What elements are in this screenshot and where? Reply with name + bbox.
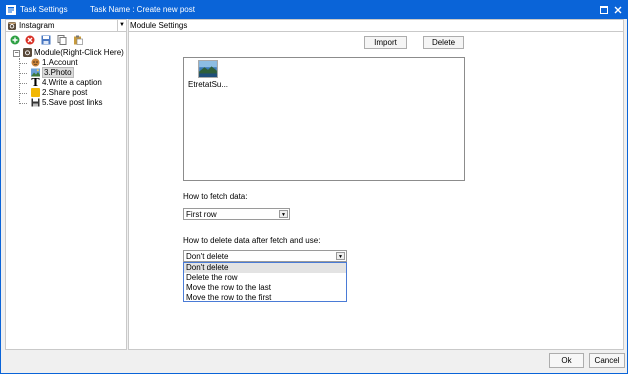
paste-icon[interactable] bbox=[73, 35, 83, 45]
save-icon[interactable] bbox=[41, 35, 51, 45]
task-name: Task Name : Create new post bbox=[90, 5, 195, 14]
tree-item-label: 4.Write a caption bbox=[42, 78, 102, 87]
tree-connector bbox=[19, 93, 27, 94]
add-icon[interactable] bbox=[10, 35, 20, 45]
ok-button[interactable]: Ok bbox=[549, 353, 584, 368]
copy-icon[interactable] bbox=[57, 35, 67, 45]
share-icon bbox=[31, 88, 40, 97]
cancel-button[interactable]: Cancel bbox=[589, 353, 625, 368]
panel-header: Module Settings bbox=[129, 20, 623, 32]
delete-after-select[interactable]: Don't delete ▼ bbox=[183, 250, 347, 262]
image-thumbnail bbox=[198, 60, 218, 78]
tree-item-caption[interactable]: T 4.Write a caption bbox=[31, 76, 102, 89]
tree-root-label: Module(Right-Click Here) bbox=[34, 48, 124, 57]
text-icon: T bbox=[31, 76, 40, 89]
tree-item-label: 2.Share post bbox=[42, 88, 88, 97]
tree-connector bbox=[19, 58, 20, 104]
fetch-label: How to fetch data: bbox=[183, 192, 248, 201]
close-icon bbox=[614, 6, 622, 14]
maximize-button[interactable] bbox=[598, 4, 610, 16]
panel-title: Module Settings bbox=[130, 21, 188, 30]
tree-collapse-toggle[interactable]: − bbox=[13, 50, 20, 57]
dropdown-option[interactable]: Move the row to the first bbox=[184, 293, 346, 303]
task-settings-window: Task Settings Task Name : Create new pos… bbox=[0, 0, 628, 374]
close-button[interactable] bbox=[612, 4, 624, 16]
tree-item-label: 1.Account bbox=[42, 58, 78, 67]
fetch-select-value: First row bbox=[186, 210, 217, 219]
app-icon bbox=[6, 5, 16, 15]
fetch-select[interactable]: First row ▼ bbox=[183, 208, 290, 220]
tree-connector bbox=[19, 103, 27, 104]
dropdown-option[interactable]: Delete the row bbox=[184, 273, 346, 283]
dropdown-option[interactable]: Don't delete bbox=[184, 263, 346, 273]
title-bar: Task Settings Task Name : Create new pos… bbox=[1, 1, 627, 19]
floppy-icon bbox=[31, 98, 40, 107]
tree-connector bbox=[19, 83, 27, 84]
delete-after-select-value: Don't delete bbox=[186, 252, 229, 261]
platform-label: Instagram bbox=[19, 21, 55, 30]
dropdown-option[interactable]: Move the row to the last bbox=[184, 283, 346, 293]
instagram-icon bbox=[8, 22, 16, 30]
module-tree-panel: Instagram ▼ − Module(Right-Click Here) 1… bbox=[5, 19, 127, 350]
module-icon bbox=[23, 48, 32, 57]
chevron-down-icon[interactable]: ▼ bbox=[117, 20, 126, 31]
tree-item-label: 3.Photo bbox=[42, 67, 74, 78]
window-title: Task Settings bbox=[20, 5, 68, 14]
import-button[interactable]: Import bbox=[364, 36, 407, 49]
tree-item-share[interactable]: 2.Share post bbox=[31, 88, 87, 98]
delete-after-label: How to delete data after fetch and use: bbox=[183, 236, 321, 245]
chevron-down-icon[interactable]: ▼ bbox=[279, 210, 288, 218]
delete-icon[interactable] bbox=[25, 35, 35, 45]
maximize-icon bbox=[600, 6, 608, 14]
module-settings-panel: Module Settings Import Delete EtretatSu.… bbox=[128, 19, 624, 350]
tree-connector bbox=[19, 73, 27, 74]
file-list[interactable]: EtretatSu... bbox=[183, 57, 465, 181]
tree-connector bbox=[19, 63, 27, 64]
platform-combo[interactable]: Instagram ▼ bbox=[6, 20, 126, 32]
tree-item-save-links[interactable]: 5.Save post links bbox=[31, 98, 102, 108]
account-icon bbox=[31, 58, 40, 67]
delete-button[interactable]: Delete bbox=[423, 36, 464, 49]
tree-root[interactable]: Module(Right-Click Here) bbox=[23, 48, 124, 58]
file-name: EtretatSu... bbox=[188, 80, 229, 89]
tree-item-label: 5.Save post links bbox=[42, 98, 103, 107]
chevron-down-icon[interactable]: ▼ bbox=[336, 252, 345, 260]
delete-after-dropdown: Don't delete Delete the row Move the row… bbox=[183, 262, 347, 302]
